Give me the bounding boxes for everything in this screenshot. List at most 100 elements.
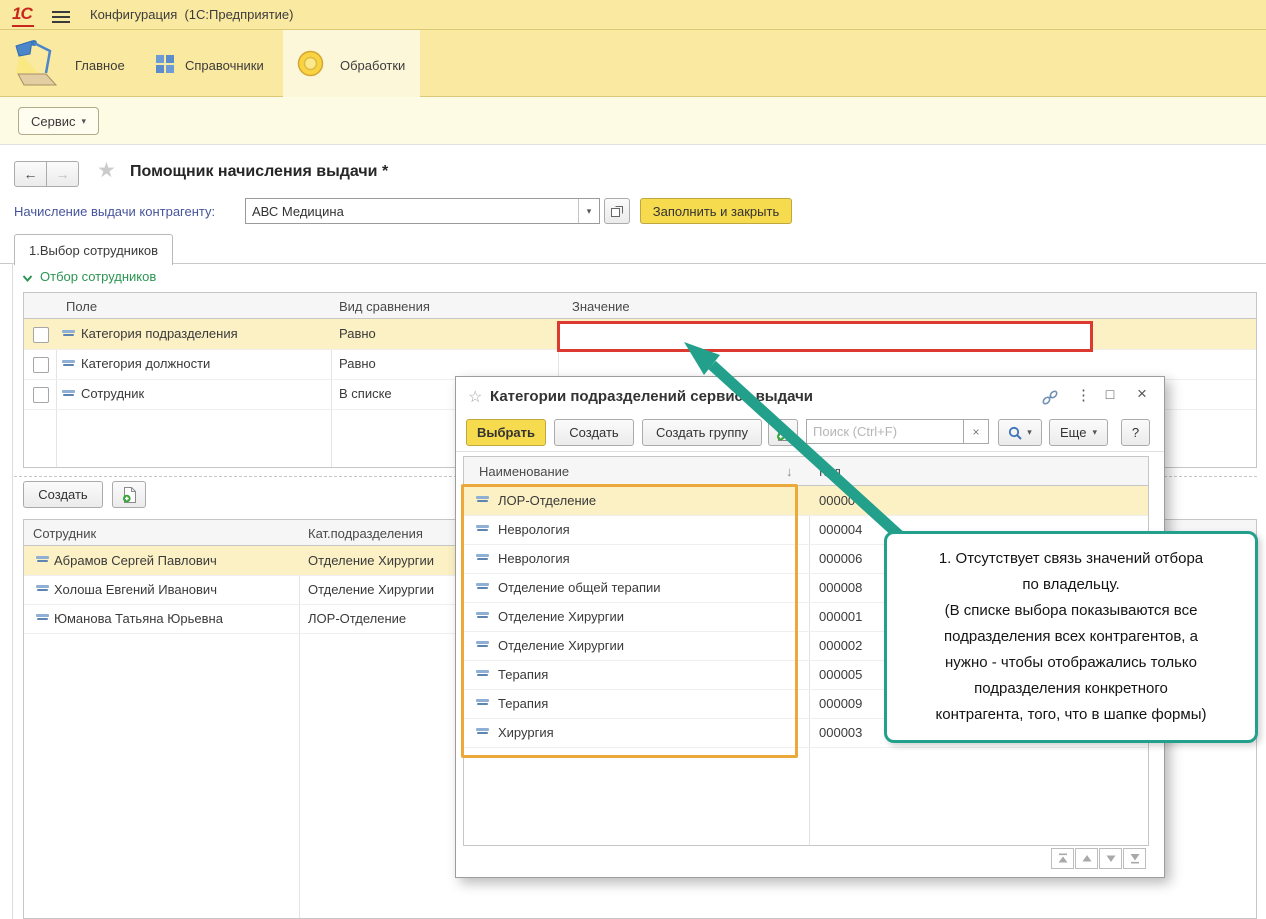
- filter-checkbox[interactable]: [33, 387, 49, 403]
- filter-item-icon: [62, 330, 75, 339]
- go-previous-button[interactable]: [1075, 848, 1098, 869]
- column-header-name[interactable]: Наименование: [479, 464, 569, 479]
- link-icon[interactable]: [1041, 390, 1059, 406]
- employee-name-cell: Холоша Евгений Иванович: [54, 582, 217, 597]
- coin-icon: [297, 50, 324, 77]
- contractor-input-group: ▾: [245, 198, 600, 224]
- ribbon-item-processing[interactable]: Обработки: [340, 58, 405, 73]
- filter-comparison-cell: Равно: [339, 326, 376, 341]
- employee-category-cell: Отделение Хирургии: [308, 582, 434, 597]
- grid-icon: [156, 55, 174, 73]
- code-cell: 000004: [819, 522, 862, 537]
- open-value-button[interactable]: [604, 198, 630, 224]
- filter-checkbox[interactable]: [33, 357, 49, 373]
- contractor-field-label: Начисление выдачи контрагенту:: [14, 204, 215, 219]
- highlight-orange-box: [461, 484, 798, 758]
- dialog-favorite-star-icon[interactable]: ☆: [468, 387, 482, 407]
- list-item-icon: [36, 585, 49, 594]
- chevron-down-icon: ▾: [82, 116, 87, 127]
- 1c-logo-icon: 1С: [12, 4, 34, 27]
- employee-name-cell: Абрамов Сергей Павлович: [54, 553, 217, 568]
- page-title: Помощник начисления выдачи *: [130, 163, 388, 181]
- maximize-icon[interactable]: □: [1102, 386, 1118, 402]
- column-header-value[interactable]: Значение: [572, 299, 630, 314]
- filter-table-header: Поле Вид сравнения Значение: [24, 293, 1256, 319]
- filter-checkbox[interactable]: [33, 327, 49, 343]
- go-last-icon: [1129, 853, 1141, 864]
- go-next-button[interactable]: [1099, 848, 1122, 869]
- filter-field-cell: Сотрудник: [81, 386, 144, 401]
- forward-button[interactable]: →: [46, 161, 79, 187]
- app-screen: 1С Конфигурация (1С:Предприятие) Главное…: [0, 0, 1266, 919]
- arrow-up-icon: [1081, 853, 1093, 864]
- service-menu-button[interactable]: Сервис ▾: [18, 107, 99, 135]
- more-button[interactable]: Еще ▾: [1049, 419, 1108, 446]
- tab-employee-selection[interactable]: 1.Выбор сотрудников: [14, 234, 173, 265]
- employee-name-cell: Юманова Татьяна Юрьевна: [54, 611, 223, 626]
- categories-list-header: Наименование ↓ Код: [464, 457, 1148, 486]
- code-cell: 000007: [819, 493, 862, 508]
- list-item-icon: [36, 614, 49, 623]
- dialog-create-button[interactable]: Создать: [554, 419, 634, 446]
- create-new-item-button[interactable]: [112, 481, 146, 508]
- create-group-button[interactable]: Создать группу: [642, 419, 762, 446]
- desk-lamp-icon: [8, 38, 64, 88]
- column-header-code[interactable]: Код: [819, 464, 841, 479]
- filter-field-cell: Категория должности: [81, 356, 210, 371]
- filter-comparison-cell: Равно: [339, 356, 376, 371]
- contractor-dropdown-button[interactable]: ▾: [578, 199, 599, 223]
- favorite-star-icon[interactable]: ★: [97, 158, 116, 183]
- service-bar: Сервис ▾: [0, 97, 1266, 145]
- chevron-down-icon: ▾: [587, 206, 592, 217]
- search-clear-button[interactable]: ×: [963, 419, 989, 444]
- group-title-filter[interactable]: Отбор сотрудников: [40, 269, 156, 284]
- new-document-plus-icon: [776, 425, 791, 441]
- contractor-input[interactable]: [246, 199, 578, 223]
- sort-descending-icon[interactable]: ↓: [786, 464, 793, 479]
- employee-category-cell: ЛОР-Отделение: [308, 611, 406, 626]
- go-last-button[interactable]: [1123, 848, 1146, 869]
- select-button[interactable]: Выбрать: [466, 419, 546, 446]
- close-icon[interactable]: ×: [1134, 384, 1150, 404]
- column-header-employee[interactable]: Сотрудник: [33, 526, 96, 541]
- employee-category-cell: Отделение Хирургии: [308, 553, 434, 568]
- more-label: Еще: [1060, 425, 1086, 440]
- code-cell: 000005: [819, 667, 862, 682]
- help-button[interactable]: ?: [1121, 419, 1150, 446]
- search-input-group: [806, 419, 964, 444]
- collapse-chevron-icon[interactable]: [22, 274, 33, 283]
- filter-item-icon: [62, 390, 75, 399]
- main-menu-icon[interactable]: [52, 8, 70, 26]
- window-title: Конфигурация (1С:Предприятие): [90, 7, 293, 22]
- service-menu-label: Сервис: [31, 114, 76, 129]
- annotation-note: 1. Отсутствует связь значений отбора по …: [884, 531, 1258, 743]
- new-document-plus-icon: [122, 487, 137, 503]
- filter-field-cell: Категория подразделения: [81, 326, 238, 341]
- column-header-field[interactable]: Поле: [66, 299, 97, 314]
- toolbar-separator: [456, 451, 1164, 452]
- more-menu-dots-icon[interactable]: ⋮: [1076, 386, 1090, 404]
- code-cell: 000001: [819, 609, 862, 624]
- ribbon-item-main[interactable]: Главное: [75, 58, 125, 73]
- panel-top-border: [0, 263, 1266, 264]
- create-button[interactable]: Создать: [23, 481, 103, 508]
- search-icon: [1008, 426, 1022, 440]
- chevron-down-icon: ▾: [1027, 427, 1032, 438]
- code-cell: 000006: [819, 551, 862, 566]
- ribbon-item-catalogs[interactable]: Справочники: [185, 58, 264, 73]
- open-form-icon: [610, 204, 624, 218]
- column-header-comparison[interactable]: Вид сравнения: [339, 299, 430, 314]
- column-header-department-category[interactable]: Кат.подразделения: [308, 526, 423, 541]
- go-first-button[interactable]: [1051, 848, 1074, 869]
- fill-and-close-button[interactable]: Заполнить и закрыть: [640, 198, 792, 224]
- back-button[interactable]: ←: [14, 161, 47, 187]
- code-cell: 000002: [819, 638, 862, 653]
- code-cell: 000009: [819, 696, 862, 711]
- dialog-create-new-item-button[interactable]: [768, 419, 798, 446]
- go-first-icon: [1057, 853, 1069, 864]
- code-cell: 000003: [819, 725, 862, 740]
- chevron-down-icon: ▾: [1092, 427, 1097, 438]
- highlight-red-box: [557, 321, 1093, 352]
- search-options-button[interactable]: ▾: [998, 419, 1042, 446]
- arrow-down-icon: [1105, 853, 1117, 864]
